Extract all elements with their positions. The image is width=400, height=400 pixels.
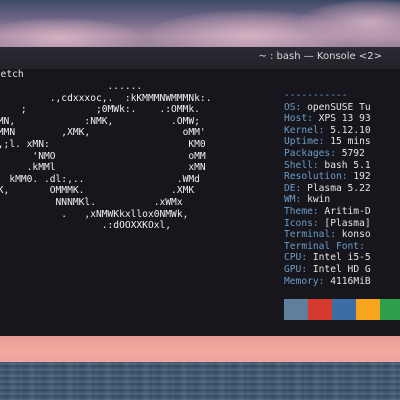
info-value: konso xyxy=(335,229,371,241)
palette-swatch xyxy=(308,299,332,320)
info-row: CPU: Intel i5-5 xyxy=(284,252,371,264)
info-row: Uptime: 15 mins xyxy=(284,136,371,148)
info-row: DE: Plasma 5.22 xyxy=(284,183,371,195)
ascii-logo-line: kMM0. .dl:,.. .WMd xyxy=(0,173,200,185)
window-title: ~ : bash — Konsole <2> xyxy=(258,51,382,62)
info-key: Host: xyxy=(284,113,313,125)
info-value: 5792 xyxy=(335,148,365,159)
opensuse-ascii-logo: ...... .,cdxxxoc,. :kKMMMNWMMMNk:. ; ;0M… xyxy=(0,81,212,232)
info-value: 192 xyxy=(347,171,371,183)
info-value: bash 5.1 xyxy=(318,159,371,171)
command-line: ofetch xyxy=(0,69,24,80)
info-key: DE: xyxy=(284,182,302,194)
info-key: GPU: xyxy=(284,264,308,275)
info-key: Theme: xyxy=(284,206,319,217)
info-value: kwin xyxy=(301,194,331,206)
info-key: Packages: xyxy=(284,148,336,159)
info-value: Intel i5-5 xyxy=(307,252,371,264)
info-row: GPU: Intel HD G xyxy=(284,264,371,276)
info-value: Aritim-D xyxy=(318,206,371,217)
info-row: Host: XPS 13 93 xyxy=(284,113,371,125)
info-key: OS: xyxy=(284,101,302,113)
ascii-logo-line: MK, OMMMK. .XMK xyxy=(0,185,195,197)
info-value: openSUSE Tu xyxy=(301,101,371,113)
ascii-logo-line: ,,;l. xMN: KM0 xyxy=(0,138,206,150)
palette-swatch xyxy=(332,299,356,320)
info-row: WM: kwin xyxy=(284,194,330,206)
info-value: Intel HD G xyxy=(307,264,371,275)
ascii-logo-line: .,cdxxxoc,. :kKMMMNWMMMNk:. xyxy=(0,92,212,104)
konsole-window[interactable]: ~ : bash — Konsole <2> ofetch ...... .,c… xyxy=(0,47,400,336)
terminal-area[interactable]: ofetch ...... .,cdxxxoc,. :kKMMMNWMMMNk:… xyxy=(0,69,400,336)
ascii-logo-line: 'NMO oMM xyxy=(0,150,206,162)
color-palette xyxy=(284,299,400,320)
ascii-logo-line: . ,xNMWKkxllox0NMWk, xyxy=(0,208,189,220)
ascii-logo-line: NNNMKl. .xWMx xyxy=(0,196,183,208)
info-value: Plasma 5.22 xyxy=(301,182,371,194)
info-key: Icons: xyxy=(284,217,319,229)
info-value: 4116MiB xyxy=(324,275,371,287)
info-value: [Plasma] xyxy=(318,217,371,229)
ascii-logo-line: ...... xyxy=(0,81,143,92)
info-key: Terminal Font: xyxy=(284,240,365,252)
ascii-logo-line: ; ;0MWk:. .:OMMk. xyxy=(0,104,200,116)
info-key: Memory: xyxy=(284,275,325,287)
ascii-logo-line: .:dOOXXKOxl, xyxy=(0,220,172,232)
info-row: Memory: 4116MiB xyxy=(284,276,371,288)
info-value: 15 mins xyxy=(324,136,371,148)
info-row: Theme: Aritim-D xyxy=(284,206,371,218)
info-key: Shell: xyxy=(284,159,319,171)
info-row: Terminal: konso xyxy=(284,229,371,241)
info-key: Resolution: xyxy=(284,171,348,183)
info-value: XPS 13 93 xyxy=(312,113,371,125)
info-row: Kernel: 5.12.10 xyxy=(284,125,371,137)
info-key: WM: xyxy=(284,194,302,206)
ascii-logo-line: MMMN ,XMK, oMM' xyxy=(0,127,206,139)
palette-swatch xyxy=(284,299,308,320)
palette-swatch xyxy=(380,299,400,320)
ascii-logo-line: MMN, :NMK, .OMW; xyxy=(0,115,200,127)
info-key: CPU: xyxy=(284,252,308,264)
info-row: Icons: [Plasma] xyxy=(284,218,371,230)
info-value: 5.12.10 xyxy=(324,124,371,136)
palette-swatch xyxy=(356,299,380,320)
info-row: Packages: 5792 xyxy=(284,148,365,160)
info-row: Resolution: 192 xyxy=(284,171,371,183)
wallpaper-sea-shine xyxy=(0,362,400,400)
info-row: Terminal Font: xyxy=(284,241,365,253)
info-key: Kernel: xyxy=(284,124,325,136)
info-key: Uptime: xyxy=(284,136,325,148)
info-row: Shell: bash 5.1 xyxy=(284,160,371,172)
info-key: Terminal: xyxy=(284,229,336,241)
info-separator: ----------- xyxy=(284,90,348,101)
info-row: OS: openSUSE Tu xyxy=(284,102,371,114)
window-titlebar[interactable]: ~ : bash — Konsole <2> xyxy=(0,47,400,69)
ascii-logo-line: .kMMl xMN xyxy=(0,162,206,174)
